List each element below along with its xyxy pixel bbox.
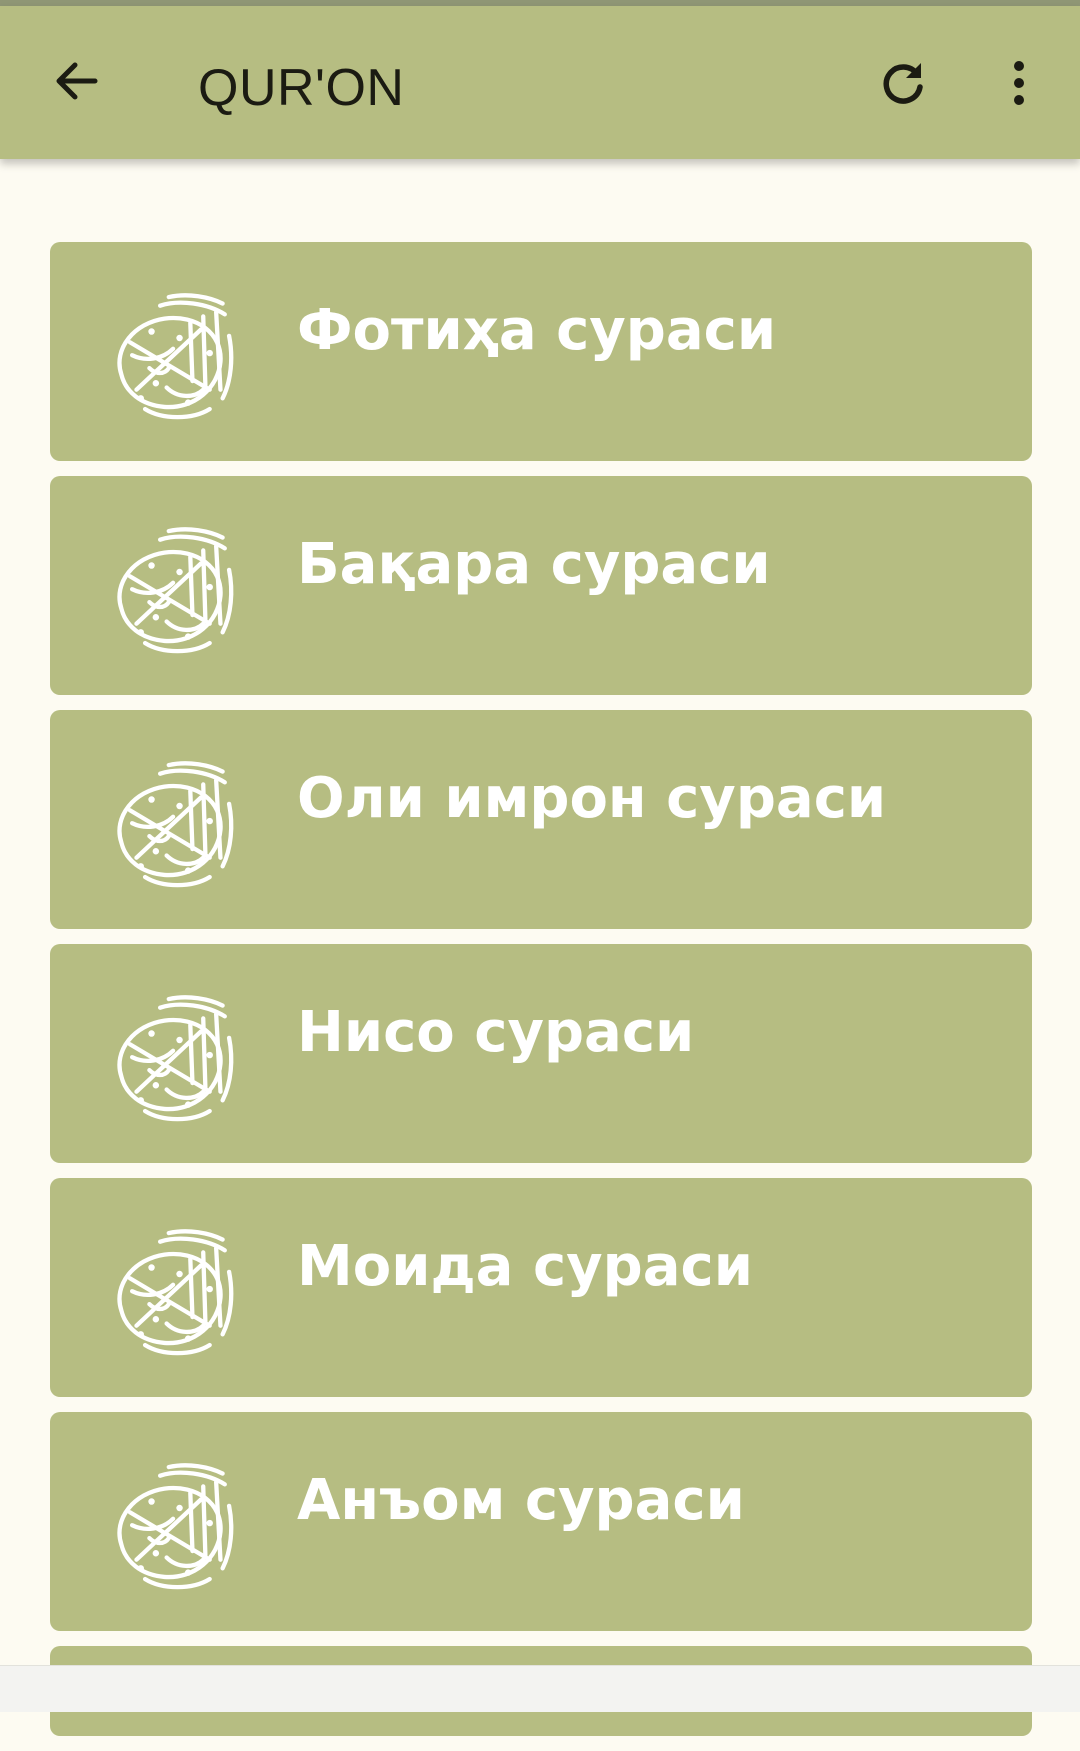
more-options-button[interactable] <box>984 48 1054 118</box>
surah-item-label: Моида сураси <box>297 1234 753 1299</box>
surah-item-label: Оли имрон сураси <box>297 766 887 831</box>
surah-item-niso[interactable]: Нисо сураси <box>50 944 1032 1163</box>
arrow-left-icon <box>56 62 98 100</box>
quran-calligraphy-icon <box>102 516 242 656</box>
quran-calligraphy-icon <box>102 1218 242 1358</box>
system-navigation-bar <box>0 1665 1080 1712</box>
surah-item-label: Фотиҳа сураси <box>297 298 777 363</box>
surah-item-baqara[interactable]: Бақара сураси <box>50 476 1032 695</box>
surah-item-label: Бақара сураси <box>297 532 771 597</box>
refresh-button[interactable] <box>868 48 938 118</box>
page-title: QUR'ON <box>198 59 405 117</box>
surah-list: Фотиҳа сураси Бақара сураси Оли имрон су… <box>50 242 1032 1751</box>
surah-item-fotiha[interactable]: Фотиҳа сураси <box>50 242 1032 461</box>
surah-item-moida[interactable]: Моида сураси <box>50 1178 1032 1397</box>
quran-calligraphy-icon <box>102 1452 242 1592</box>
quran-calligraphy-icon <box>102 750 242 890</box>
surah-item-label: Нисо сураси <box>297 1000 695 1065</box>
surah-item-anom[interactable]: Анъом сураси <box>50 1412 1032 1631</box>
surah-item-oli-imron[interactable]: Оли имрон сураси <box>50 710 1032 929</box>
surah-item-label: Анъом сураси <box>297 1468 745 1533</box>
back-button[interactable] <box>42 46 112 116</box>
quran-calligraphy-icon <box>102 282 242 422</box>
refresh-icon <box>883 63 923 104</box>
quran-calligraphy-icon <box>102 984 242 1124</box>
app-bar: QUR'ON <box>0 6 1080 159</box>
more-vertical-icon <box>1014 61 1024 105</box>
